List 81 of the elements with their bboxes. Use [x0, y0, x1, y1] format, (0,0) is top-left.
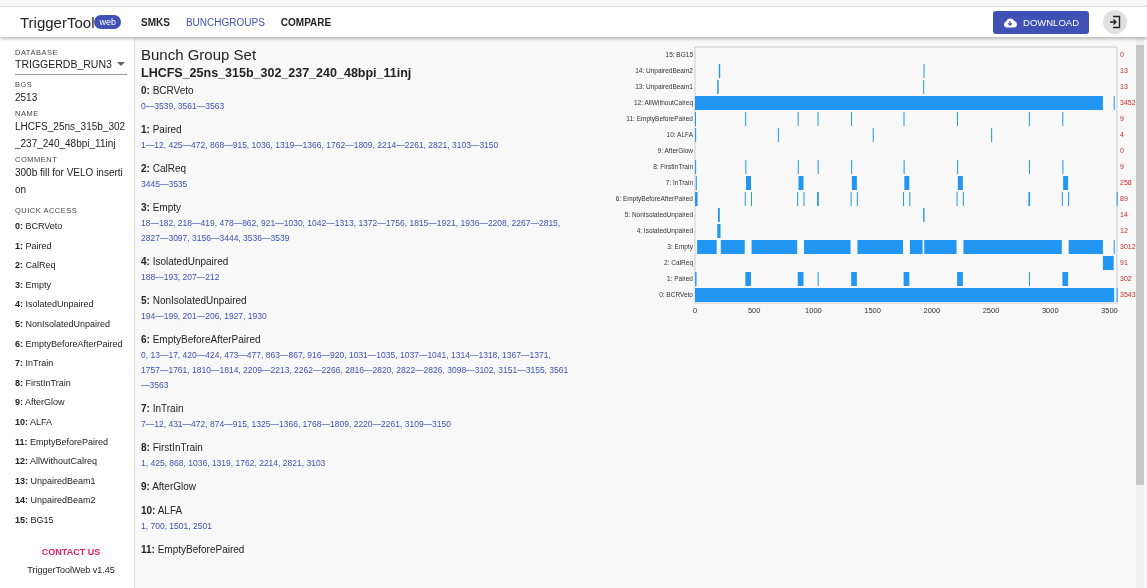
bunch-bar [851, 272, 857, 286]
quick-access-link[interactable]: 13: UnpairedBeam1 [15, 471, 127, 492]
bunch-bar [745, 272, 751, 286]
bunch-bar [1062, 272, 1069, 286]
group-heading: 2: CalReq [141, 162, 188, 176]
bunch-bar [851, 176, 857, 190]
quick-access-link[interactable]: 11: EmptyBeforePaired [15, 432, 127, 453]
bunch-list: 0—3539, 3561—3563 [141, 99, 571, 114]
quick-access-link[interactable]: 0: BCRVeto [15, 217, 127, 237]
field-value: 300b fill for VELO insertion [15, 166, 124, 197]
logout-button[interactable] [1103, 10, 1127, 34]
quick-access-link[interactable]: 2: CalReq [15, 256, 127, 276]
group-heading: 9: AfterGlow [141, 480, 198, 494]
quick-access-link[interactable]: 7: InTrain [15, 354, 127, 374]
bunch-list: 3445—3535 [141, 177, 571, 192]
set-name: LHCFS_25ns_315b_302_237_240_48bpi_11inj [141, 66, 413, 80]
bunch-bar [903, 272, 910, 286]
bunch-bar [717, 224, 721, 238]
group-heading: 10: ALFA [141, 504, 184, 518]
nav-tab[interactable]: COMPARE [280, 16, 332, 28]
bunch-bar [1068, 240, 1103, 254]
quick-access-link[interactable]: 1: Paired [15, 236, 127, 257]
field-value: 2513 [15, 91, 39, 105]
bunch-list: 1, 425, 868, 1036, 1319, 1762, 2214, 2821, 3103 [141, 456, 571, 471]
quick-access-link[interactable]: 6: EmptyBeforeAfterPaired [15, 334, 127, 355]
quick-access-link[interactable]: 15: BG15 [15, 510, 127, 531]
bunch-list: 1—12, 425—472, 868—915, 1036, 1319—1366, 1762—1809, 2214—2261, 2821, 3103—3150 [141, 138, 571, 153]
bunch-bar [957, 176, 963, 190]
group-heading: 8: FirstInTrain [141, 441, 204, 455]
dropdown-caret-icon [117, 61, 125, 67]
group-heading: 7: InTrain [141, 402, 185, 416]
group-heading: 6: EmptyBeforeAfterPaired [141, 333, 262, 347]
bunch-bar [1028, 192, 1031, 206]
bunch-bar [720, 240, 745, 254]
nav-tab[interactable]: BUNCHGROUPS [185, 16, 265, 28]
group-heading: 11: EmptyBeforePaired [141, 543, 246, 557]
bunch-bar [798, 176, 804, 190]
quick-access-link[interactable]: 9: AfterGlow [15, 393, 127, 413]
page-title: Bunch Group Set [141, 46, 258, 63]
app-title: TriggerTool [20, 13, 95, 31]
scrollbar[interactable] [1136, 37, 1144, 588]
bunch-bar [751, 240, 798, 254]
logout-icon [1108, 15, 1122, 29]
bunch-bar [718, 64, 721, 78]
bunch-bar [797, 272, 804, 286]
bunch-list: 194—199, 201—206, 1927, 1930 [141, 309, 571, 324]
bunch-list: 7—12, 431—472, 874—915, 1325—1366, 1768—1809, 2220—2261, 3109—3150 [141, 417, 571, 432]
contact-link[interactable]: CONTACT US [15, 546, 127, 557]
quick-access-link[interactable]: 14: UnpairedBeam2 [15, 491, 127, 511]
bunch-bar [1063, 176, 1069, 190]
group-heading: 0: BCRVeto [141, 84, 195, 98]
bunch-list: 0, 13—17, 420—424, 473—477, 863—867, 916—920, 1031—1035, 1037—1041, 1314—1318, 1367—1371, 1757—1761, 1810—1814, 2209—2213, 2262—2266, 2816—2820, 2822—2826, 3098—3102, 3151—3155, 3561—3563 [141, 348, 571, 393]
bunch-list: 18—182, 218—419, 478—862, 921—1030, 1042—1313, 1372—1756, 1815—1921, 1936—2208, 2267—2815, 2827—3097, 3156—3444, 3536—3539 [141, 216, 571, 246]
bunch-list: 188—193, 207—212 [141, 270, 571, 285]
bunch-bar [697, 240, 717, 254]
quick-access-link[interactable]: 8: FirstInTrain [15, 373, 127, 394]
cloud-download-icon [1003, 16, 1018, 28]
group-heading: 3: Empty [141, 201, 183, 215]
app-badge: web [94, 15, 121, 29]
quick-access-link[interactable]: 4: IsolatedUnpaired [15, 295, 127, 315]
bunch-bar [695, 192, 698, 206]
quick-access-link[interactable]: 3: Empty [15, 275, 127, 296]
bunch-list: 1, 700, 1501, 2501 [141, 519, 571, 534]
database-select[interactable]: TRIGGERDB_RUN3 [15, 57, 127, 75]
bunch-bar [717, 208, 720, 222]
version-text: TriggerToolWeb v1.45 [26, 564, 116, 575]
quick-access-link[interactable]: 5: NonIsolatedUnpaired [15, 314, 127, 335]
group-heading: 5: NonIsolatedUnpaired [141, 294, 248, 308]
group-heading: 1: Paired [141, 123, 183, 137]
bunch-bar [904, 176, 910, 190]
bunch-bar [1102, 256, 1114, 270]
bunch-bar [746, 176, 751, 190]
bunch-bar [857, 240, 904, 254]
bunch-bar [957, 272, 963, 286]
quick-access-link[interactable]: 12: AllWithoutCalreq [15, 452, 127, 472]
field-value: LHCFS_25ns_315b_302_237_240_48bpi_11inj [15, 120, 127, 151]
download-button[interactable]: DOWNLOAD [993, 10, 1089, 34]
bunch-bar [804, 240, 851, 254]
group-heading: 4: IsolatedUnpaired [141, 255, 230, 269]
quick-access-link[interactable]: 10: ALFA [15, 412, 127, 433]
nav-tab[interactable]: SMKS [141, 16, 170, 28]
